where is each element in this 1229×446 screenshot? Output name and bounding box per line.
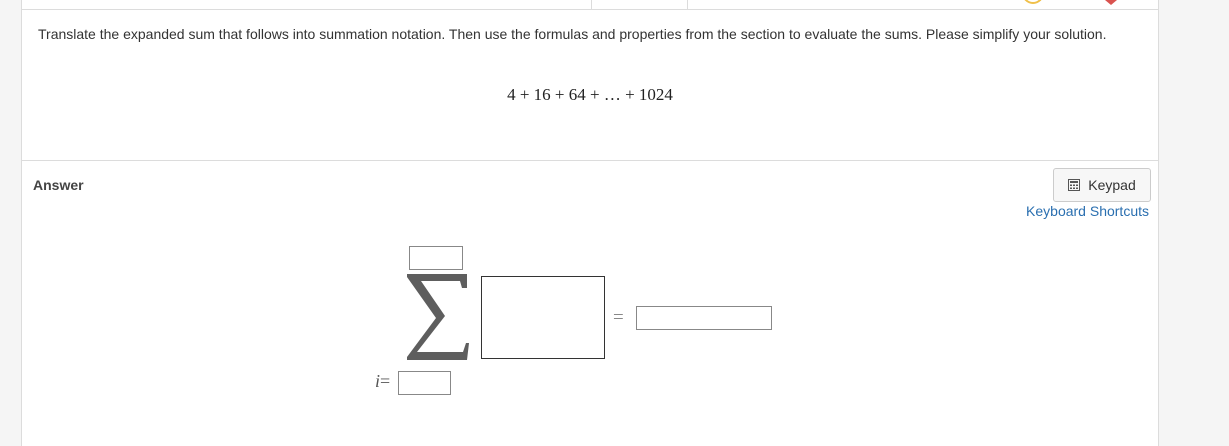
top-border: [22, 9, 1158, 10]
index-equals-sign: =: [380, 371, 391, 391]
index-variable-label: i=: [375, 371, 390, 392]
top-tab-divider: [591, 0, 592, 9]
upper-limit-input[interactable]: [409, 246, 463, 270]
section-divider: [22, 160, 1158, 161]
calculator-icon: [1068, 179, 1081, 191]
top-tab-divider: [687, 0, 688, 9]
summand-input[interactable]: [481, 276, 605, 359]
flag-icon: [1105, 0, 1117, 5]
keypad-label: Keypad: [1088, 177, 1136, 193]
question-instructions: Translate the expanded sum that follows …: [38, 26, 1107, 42]
sigma-icon: [407, 274, 469, 360]
answer-label: Answer: [33, 177, 84, 193]
equals-sign: =: [613, 307, 624, 328]
keypad-button[interactable]: Keypad: [1053, 168, 1151, 202]
keyboard-shortcuts-link[interactable]: Keyboard Shortcuts: [1026, 203, 1149, 219]
question-panel: Translate the expanded sum that follows …: [21, 0, 1159, 446]
result-input[interactable]: [636, 306, 772, 330]
lower-limit-input[interactable]: [398, 371, 451, 395]
top-indicator: [1022, 0, 1044, 4]
summation-expression: 4 + 16 + 64 + … + 1024: [507, 85, 673, 104]
